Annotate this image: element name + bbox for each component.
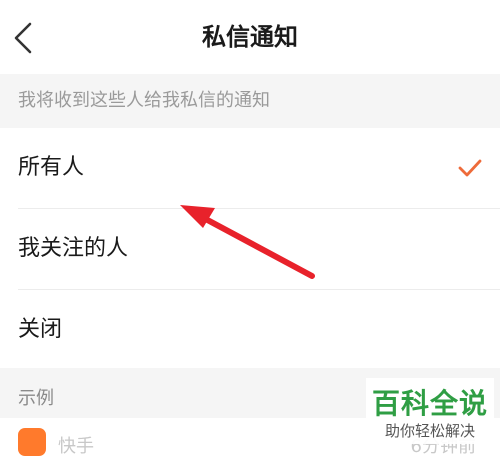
option-off[interactable]: 关闭 xyxy=(0,290,500,370)
watermark-title: 百科全说 xyxy=(371,387,488,420)
option-everyone[interactable]: 所有人 xyxy=(0,128,500,208)
section-label: 我将收到这些人给我私信的通知 xyxy=(18,90,270,111)
watermark-subtitle: 助你轻松解决 xyxy=(384,422,475,440)
example-label: 示例 xyxy=(18,388,54,409)
watermark: 百科全说 助你轻松解决 xyxy=(366,378,494,444)
option-following[interactable]: 我关注的人 xyxy=(0,209,500,289)
option-label: 我关注的人 xyxy=(18,236,129,261)
header-bar: 私信通知 xyxy=(0,0,500,74)
page-title: 私信通知 xyxy=(202,23,298,51)
example-app-name: 快手 xyxy=(58,436,94,457)
option-label: 所有人 xyxy=(18,155,85,180)
option-label: 关闭 xyxy=(18,317,63,342)
option-list: 所有人 我关注的人 关闭 xyxy=(0,128,500,368)
kuaishou-app-icon xyxy=(18,428,46,456)
checkmark-icon xyxy=(458,159,482,177)
